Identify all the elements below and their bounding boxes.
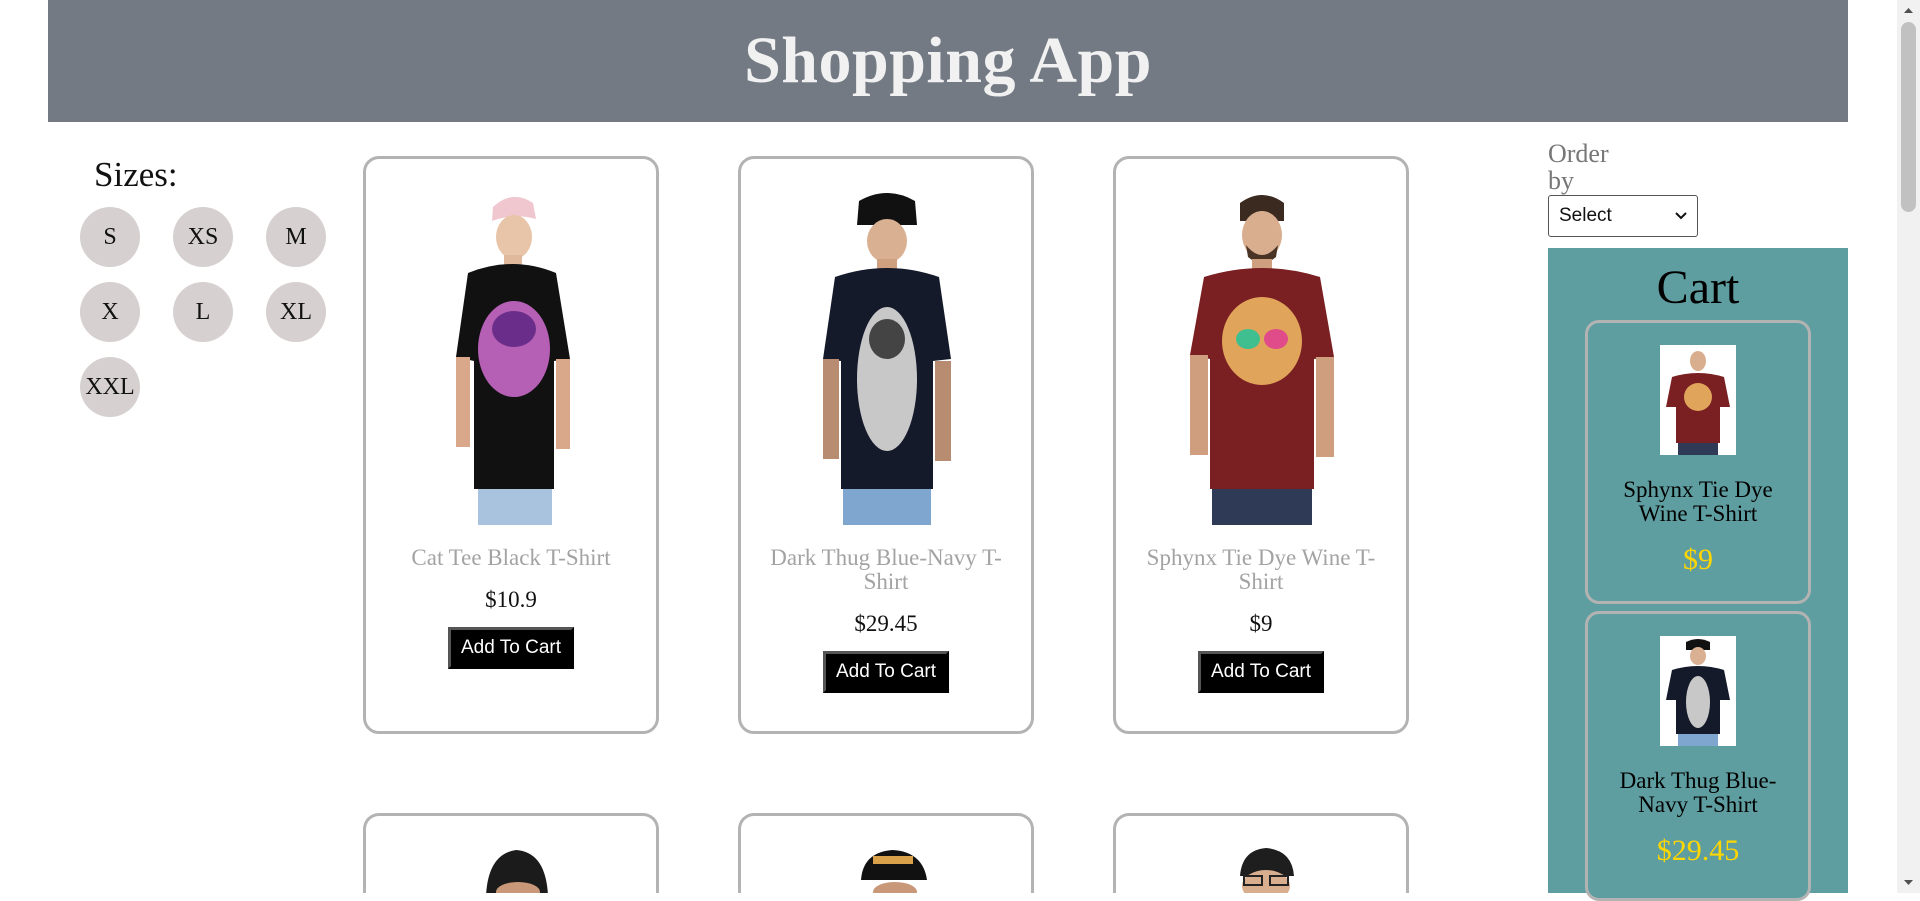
size-filter-xl[interactable]: XL [266, 282, 326, 342]
product-card [1113, 813, 1409, 893]
app-header: Shopping App [48, 0, 1848, 122]
product-name: Cat Tee Black T-Shirt [411, 545, 611, 570]
product-image-sphynx [1190, 195, 1334, 525]
scrollbar-thumb[interactable] [1901, 22, 1916, 212]
product-card [738, 813, 1034, 893]
cart-item[interactable]: Dark Thug Blue-Navy T-Shirt $29.45 [1585, 611, 1811, 901]
add-to-cart-button[interactable]: Add To Cart [448, 627, 574, 669]
cart-item-price: $29.45 [1656, 834, 1740, 867]
size-filter-xs[interactable]: XS [173, 207, 233, 267]
product-price: $29.45 [854, 611, 918, 636]
size-filter-xxl[interactable]: XXL [80, 357, 140, 417]
product-card: Dark Thug Blue-Navy T-Shirt $29.45 Add T… [738, 156, 1034, 734]
product-price: $10.9 [485, 587, 537, 612]
scroll-down-arrow-icon[interactable] [1902, 876, 1915, 889]
add-to-cart-button[interactable]: Add To Cart [823, 651, 949, 693]
product-image [861, 850, 927, 893]
cart-item[interactable]: Sphynx Tie Dye Wine T-Shirt $9 [1585, 320, 1811, 604]
product-image-cat-tee [456, 196, 570, 525]
cart-item-name: Dark Thug Blue-Navy T-Shirt [1619, 768, 1777, 817]
order-by-selected-value: Select [1559, 205, 1612, 226]
product-image-dark-thug [823, 193, 951, 525]
chevron-down-icon [1675, 212, 1687, 220]
cart-panel: Cart Sphynx Tie Dye Wine T-Shirt $9 Dark… [1548, 248, 1848, 901]
order-by-select[interactable]: Select [1548, 195, 1698, 237]
cart-item-price: $9 [1683, 543, 1713, 576]
product-price: $9 [1249, 611, 1273, 636]
product-image [1240, 848, 1294, 893]
add-to-cart-button[interactable]: Add To Cart [1198, 651, 1324, 693]
order-by-control: Order by Select [1548, 139, 1698, 237]
cart-item-image [1660, 345, 1736, 455]
size-filter-l[interactable]: L [173, 282, 233, 342]
app-title: Shopping App [744, 24, 1152, 97]
product-name: Dark Thug Blue-Navy T-Shirt [770, 545, 1002, 594]
product-name: Sphynx Tie Dye Wine T-Shirt [1146, 545, 1376, 594]
product-image [486, 850, 548, 893]
product-card: Cat Tee Black T-Shirt $10.9 Add To Cart [363, 156, 659, 734]
product-card: Sphynx Tie Dye Wine T-Shirt $9 Add To Ca… [1113, 156, 1409, 734]
cart-item-image [1660, 636, 1736, 746]
product-card [363, 813, 659, 893]
cart-title: Cart [1656, 261, 1740, 314]
size-filter-panel: Sizes: S XS M X L XL XXL [80, 155, 340, 417]
order-by-label: Order by [1548, 139, 1609, 195]
scroll-up-arrow-icon[interactable] [1902, 4, 1915, 17]
sizes-title: Sizes: [94, 155, 178, 194]
page-scrollbar[interactable] [1897, 0, 1920, 893]
size-filter-m[interactable]: M [266, 207, 326, 267]
size-filter-x[interactable]: X [80, 282, 140, 342]
cart-item-name: Sphynx Tie Dye Wine T-Shirt [1623, 477, 1773, 526]
size-filter-s[interactable]: S [80, 207, 140, 267]
